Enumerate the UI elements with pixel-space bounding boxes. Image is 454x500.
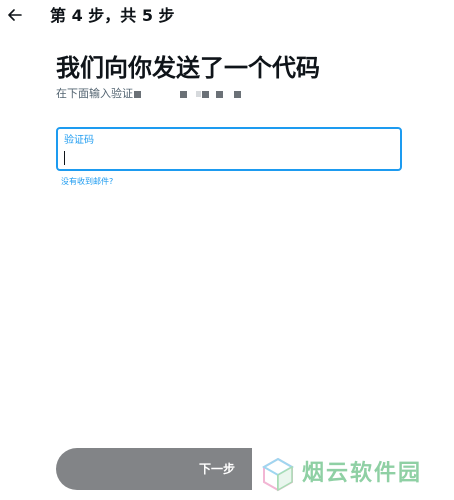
redacted-text (216, 90, 223, 98)
redacted-text (234, 90, 241, 98)
verification-code-input[interactable] (62, 149, 396, 167)
subtitle-row: 在下面输入验证 (56, 86, 241, 102)
verification-code-field[interactable]: 验证码 (56, 127, 402, 171)
watermark: 烟云软件园 (252, 448, 454, 500)
page-title: 我们向你发送了一个代码 (56, 54, 320, 82)
watermark-text: 烟云软件园 (302, 461, 423, 486)
text-caret (64, 151, 65, 165)
page-subtitle: 在下面输入验证 (56, 87, 133, 100)
redacted-text (134, 90, 141, 98)
redacted-text (202, 90, 209, 98)
resend-email-link[interactable]: 没有收到邮件? (61, 176, 113, 187)
redacted-text (180, 90, 187, 98)
step-indicator: 第 4 步，共 5 步 (50, 6, 175, 25)
redacted-text (196, 91, 201, 97)
verification-code-label: 验证码 (64, 135, 94, 146)
top-bar: 第 4 步，共 5 步 (0, 0, 454, 34)
signup-step-page: 第 4 步，共 5 步 我们向你发送了一个代码 在下面输入验证 验证码 没有收到… (0, 0, 454, 500)
next-button-label: 下一步 (198, 462, 235, 476)
back-button[interactable] (4, 4, 26, 26)
cube-logo-icon (260, 456, 296, 492)
arrow-left-icon (8, 6, 22, 25)
